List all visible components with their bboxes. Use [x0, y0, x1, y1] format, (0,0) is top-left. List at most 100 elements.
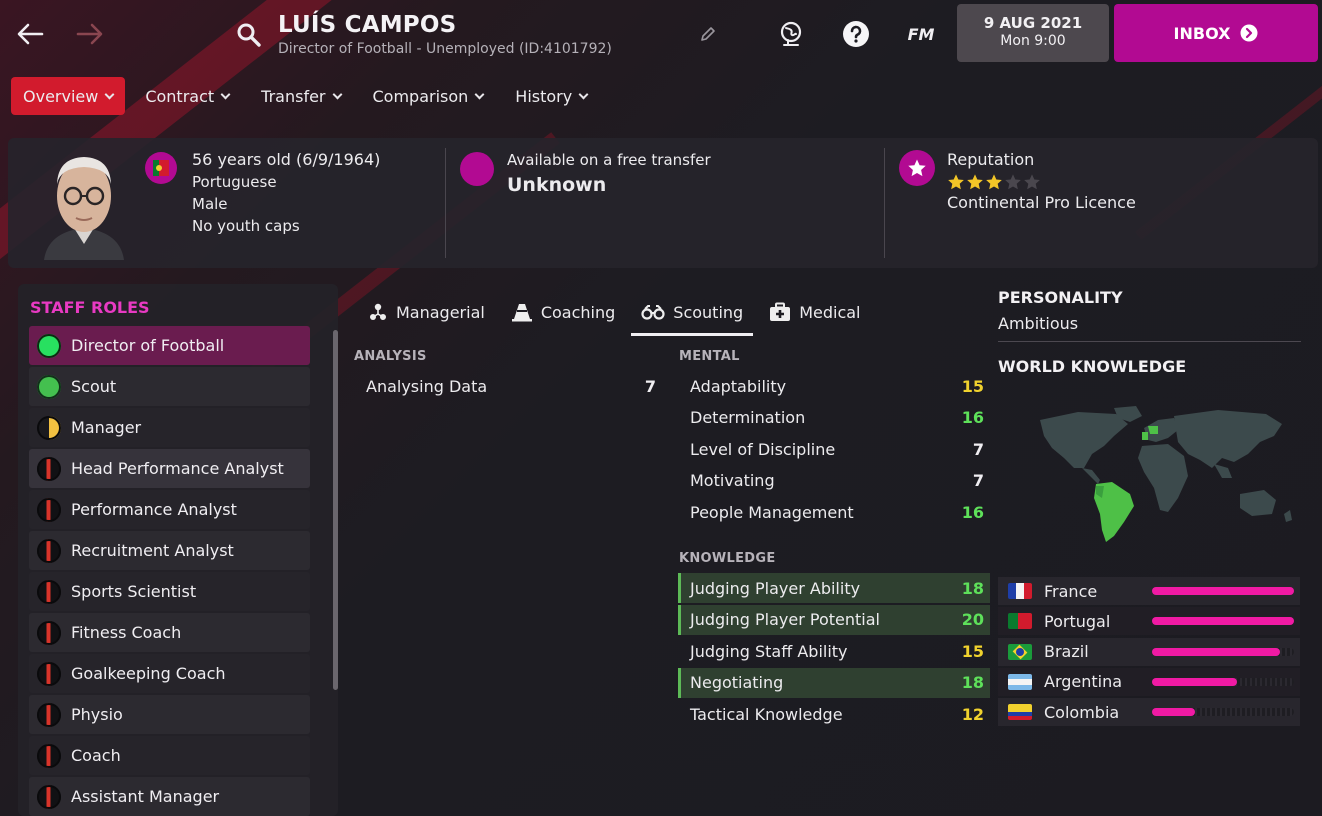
- country-knowledge-row[interactable]: Argentina: [998, 667, 1300, 696]
- tab-comparison[interactable]: Comparison: [361, 77, 496, 115]
- brazil-flag-icon: [1008, 643, 1032, 660]
- staff-role-item[interactable]: Scout: [29, 367, 310, 406]
- knowledge-bar-fill: [1152, 677, 1238, 686]
- world-button[interactable]: [773, 16, 809, 52]
- tab-medical[interactable]: Medical: [759, 296, 870, 328]
- transfer-details: Available on a free transfer Unknown: [507, 149, 711, 196]
- tab-label: Managerial: [396, 302, 485, 322]
- staff-role-item[interactable]: Sports Scientist: [29, 572, 310, 611]
- star-icon: [908, 159, 926, 177]
- staff-role-item[interactable]: Coach: [29, 736, 310, 775]
- tab-label: Comparison: [372, 86, 469, 106]
- attribute-row[interactable]: Motivating 7: [678, 466, 990, 496]
- france-flag-icon: [1008, 583, 1032, 599]
- forward-button[interactable]: [70, 14, 110, 54]
- knowledge-bar-fill: [1152, 708, 1195, 717]
- attribute-row[interactable]: Judging Player Potential 20: [678, 604, 990, 635]
- profile-info-bar: 56 years old (6/9/1964) Portuguese Male …: [8, 138, 1318, 268]
- tab-history[interactable]: History: [503, 77, 599, 115]
- staff-role-label: Performance Analyst: [71, 500, 237, 519]
- attributes-panel: Managerial Coaching Scouting Medical ANA…: [338, 284, 996, 816]
- chevron-down-icon: [474, 89, 485, 99]
- star-empty-icon: [1024, 174, 1040, 190]
- staff-role-item[interactable]: Director of Football: [29, 326, 310, 365]
- role-suitability-icon: [37, 661, 61, 686]
- attribute-row[interactable]: Judging Staff Ability 15: [678, 636, 990, 666]
- attribute-row[interactable]: People Management 16: [678, 497, 990, 527]
- pencil-icon: [701, 27, 715, 41]
- country-knowledge-row[interactable]: Portugal: [998, 607, 1300, 636]
- country-knowledge-row[interactable]: Colombia: [998, 698, 1300, 727]
- attribute-row[interactable]: Determination 16: [678, 403, 990, 433]
- tab-coaching[interactable]: Coaching: [501, 296, 625, 328]
- tab-label: Overview: [23, 86, 99, 106]
- arrow-left-icon: [17, 23, 44, 45]
- staff-role-item[interactable]: Physio: [29, 695, 310, 734]
- role-suitability-icon: [37, 415, 61, 440]
- date-time-display[interactable]: 9 AUG 2021 Mon 9:00: [957, 4, 1109, 62]
- country-name: Argentina: [1044, 672, 1123, 692]
- tab-managerial[interactable]: Managerial: [358, 296, 495, 328]
- attribute-label: Motivating: [690, 471, 775, 491]
- search-icon[interactable]: [236, 22, 262, 48]
- edit-button[interactable]: [690, 16, 726, 52]
- back-button[interactable]: [10, 14, 50, 54]
- world-knowledge-title: WORLD KNOWLEDGE: [998, 357, 1187, 376]
- help-button[interactable]: [838, 16, 874, 52]
- country-knowledge-row[interactable]: Brazil: [998, 637, 1300, 666]
- role-suitability-icon: [37, 743, 61, 768]
- attribute-row[interactable]: Level of Discipline 7: [678, 434, 990, 464]
- attribute-value: 15: [961, 641, 984, 661]
- divider: [998, 341, 1301, 342]
- managerial-icon: [370, 303, 386, 320]
- staff-role-item[interactable]: Goalkeeping Coach: [29, 654, 310, 693]
- nationality-text: Portuguese: [192, 173, 277, 191]
- knowledge-bar: [1152, 647, 1294, 656]
- attribute-value: 18: [961, 578, 984, 598]
- tab-label: Coaching: [540, 302, 616, 322]
- knowledge-bar: [1152, 708, 1294, 717]
- staff-role-item[interactable]: Manager: [29, 408, 310, 447]
- staff-role-item[interactable]: Assistant Manager: [29, 777, 310, 816]
- attribute-value: 15: [961, 376, 984, 396]
- tab-overview[interactable]: Overview: [11, 77, 126, 115]
- tab-scouting[interactable]: Scouting: [631, 296, 754, 336]
- staff-role-item[interactable]: Head Performance Analyst: [29, 449, 310, 488]
- knowledge-bar-fill: [1152, 587, 1294, 595]
- personal-details: 56 years old (6/9/1964) Portuguese Male …: [192, 149, 380, 237]
- inbox-button[interactable]: INBOX: [1114, 4, 1318, 62]
- country-name: Portugal: [1044, 611, 1111, 631]
- country-name: Brazil: [1044, 642, 1089, 662]
- country-name: France: [1044, 581, 1098, 601]
- portugal-flag-icon: [1008, 613, 1032, 630]
- page-title: LUÍS CAMPOS: [278, 12, 457, 38]
- attribute-label: Analysing Data: [366, 376, 488, 396]
- attribute-tabs: Managerial Coaching Scouting Medical: [358, 296, 876, 336]
- staff-role-item[interactable]: Performance Analyst: [29, 490, 310, 529]
- transfer-value-text: Unknown: [507, 174, 607, 196]
- country-knowledge-row[interactable]: France: [998, 577, 1300, 605]
- tab-transfer[interactable]: Transfer: [249, 77, 352, 115]
- reputation-details: Reputation Continental Pro Licence: [947, 149, 1136, 214]
- colombia-flag-icon: [1008, 704, 1032, 721]
- attribute-row[interactable]: Tactical Knowledge 12: [678, 699, 990, 729]
- staff-role-item[interactable]: Recruitment Analyst: [29, 531, 310, 570]
- staff-role-item[interactable]: Fitness Coach: [29, 613, 310, 652]
- tab-contract[interactable]: Contract: [133, 77, 241, 115]
- avatar[interactable]: [38, 144, 130, 260]
- fm-logo-button[interactable]: FM: [903, 16, 939, 52]
- tab-label: Contract: [145, 86, 215, 106]
- attribute-row[interactable]: Judging Player Ability 18: [678, 573, 990, 603]
- attribute-row[interactable]: Analysing Data 7: [354, 371, 662, 401]
- staff-roles-list: Director of Football Scout Manager Head Per…: [29, 326, 310, 816]
- right-column: PERSONALITY Ambitious WORLD KNOWLEDGE Fr…: [998, 284, 1302, 744]
- staff-roles-panel: STAFF ROLES Director of Football Scout Man…: [18, 284, 338, 816]
- attribute-row[interactable]: Adaptability 15: [678, 371, 990, 401]
- attribute-value: 16: [961, 408, 984, 428]
- knowledge-bar: [1152, 677, 1294, 686]
- role-suitability-icon: [37, 333, 61, 358]
- role-suitability-icon: [37, 579, 61, 604]
- attribute-row[interactable]: Negotiating 18: [678, 667, 990, 698]
- chevron-down-icon: [332, 89, 342, 99]
- chevron-right-circle-icon: [1240, 24, 1258, 42]
